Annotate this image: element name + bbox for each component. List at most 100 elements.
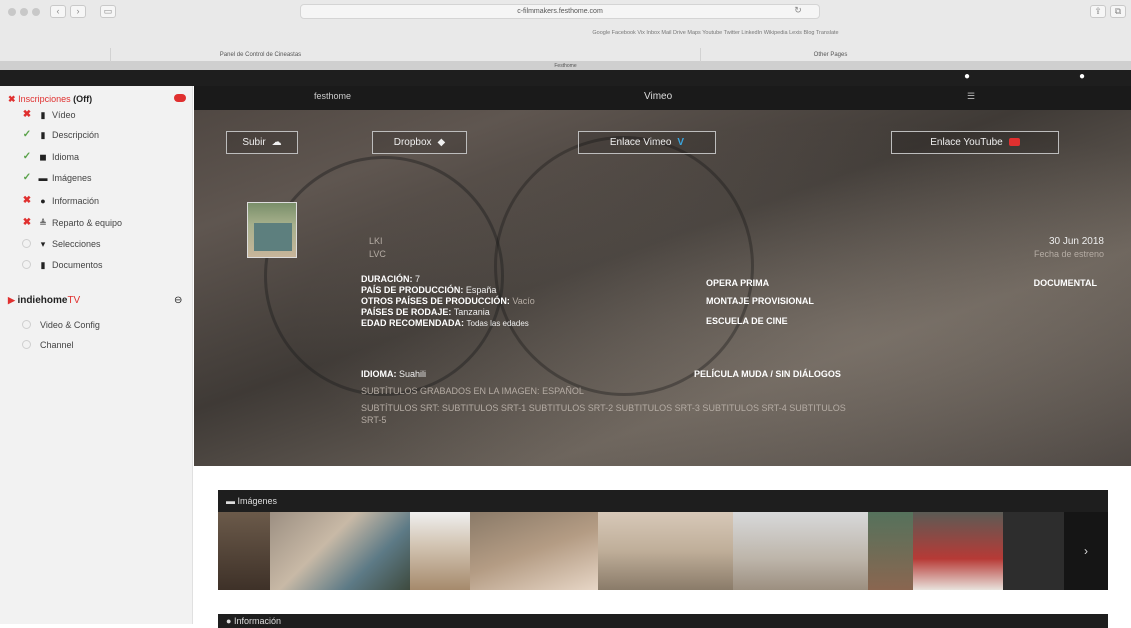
sidebar-item-label: Vídeo <box>52 110 76 120</box>
language-value: Suahili <box>399 369 427 379</box>
empty-status-icon <box>22 340 31 349</box>
gallery-thumbnail[interactable] <box>868 512 913 590</box>
gallery-thumbnail[interactable] <box>1003 512 1064 590</box>
gallery-thumbnail[interactable] <box>733 512 868 590</box>
account-icon[interactable]: ● <box>1075 70 1089 84</box>
tab-panel-control[interactable]: Panel de Control de Cineastas <box>110 48 410 62</box>
dropbox-button[interactable]: Dropbox ◆ <box>372 131 467 154</box>
info-section-title: Información <box>233 616 281 626</box>
sidebar-item-label: Imágenes <box>52 173 92 183</box>
sidebar-item-label: Channel <box>40 340 74 350</box>
gallery-thumbnail[interactable] <box>598 512 733 590</box>
gallery-next-button[interactable]: › <box>1064 512 1108 590</box>
back-icon[interactable]: ‹ <box>50 5 66 18</box>
gallery-thumbnail[interactable] <box>218 512 270 590</box>
close-window-icon[interactable] <box>8 8 16 16</box>
language-icon: ◼ <box>39 152 47 162</box>
maximize-window-icon[interactable] <box>32 8 40 16</box>
sidebar-item-label: Información <box>52 196 100 206</box>
country-value: España <box>465 285 497 295</box>
film-title-line1: LKI <box>369 236 383 246</box>
gallery-thumbnail[interactable] <box>270 512 410 590</box>
sidebar-item-label: Reparto & equipo <box>52 218 123 228</box>
file-icon: ▮ <box>40 130 46 140</box>
other-countries-row: OTROS PAÍSES DE PRODUCCIÓN: Vacío <box>361 296 535 306</box>
error-icon: ✖ <box>22 217 32 228</box>
sidebar-section-inscripciones[interactable]: ✖ Inscripciones (Off) <box>8 92 92 106</box>
sidebar-item-label: Selecciones <box>52 239 101 249</box>
youtube-icon <box>1008 138 1020 147</box>
dropbox-icon: ◆ <box>437 137 446 148</box>
burned-subtitles-key: SUBTÍTULOS GRABADOS EN LA IMAGEN: <box>361 386 540 396</box>
hero-nav-title: Vimeo <box>644 91 673 102</box>
info-icon: ● <box>226 616 232 626</box>
festhome-logo[interactable]: festhome <box>314 91 351 101</box>
page-tab-strip: Festhome <box>0 62 1131 70</box>
user-icon[interactable]: ● <box>960 70 974 84</box>
check-icon: ✓ <box>22 172 32 183</box>
image-icon: ▬ <box>226 496 235 506</box>
escuela-label: ESCUELA DE CINE <box>706 316 788 326</box>
gallery-thumbnail[interactable] <box>410 512 470 590</box>
section-status: (Off) <box>73 94 93 104</box>
srt-subtitles-row-2: SRT-5 <box>361 415 387 425</box>
reload-icon[interactable]: ↻ <box>790 5 806 18</box>
toggle-icon[interactable]: ⊖ <box>174 295 182 306</box>
close-icon: ✖ <box>8 94 16 104</box>
sidebar-item-label: Video & Config <box>40 320 100 330</box>
bicycle-wheel-image <box>494 136 754 396</box>
url-bar[interactable]: c-filmmakers.festhome.com <box>300 4 820 19</box>
sidebar-section-indiehome[interactable]: ▶ indiehomeTV <box>8 293 80 307</box>
srt-subtitles-row: SUBTÍTULOS SRT: SUBTITULOS SRT-1 SUBTITU… <box>361 403 846 413</box>
tabs-icon[interactable]: ⧉ <box>1110 5 1126 18</box>
play-icon: ▶ <box>8 295 15 305</box>
burned-subtitles-row: SUBTÍTULOS GRABADOS EN LA IMAGEN: ESPAÑO… <box>361 386 584 396</box>
images-section-header: ▬ Imágenes <box>218 490 1108 512</box>
share-icon[interactable]: ⇪ <box>1090 5 1106 18</box>
other-countries-value: Vacío <box>512 296 535 306</box>
montaje-label: MONTAJE PROVISIONAL <box>706 296 814 306</box>
age-row: EDAD RECOMENDADA: Todas las edades <box>361 318 529 328</box>
gallery-thumbnail[interactable] <box>470 512 598 590</box>
gallery-thumbnail[interactable] <box>913 512 1003 590</box>
forward-icon[interactable]: › <box>70 5 86 18</box>
page-tab-label[interactable]: Festhome <box>0 62 1131 70</box>
check-icon: ✓ <box>22 129 32 140</box>
youtube-link-button[interactable]: Enlace YouTube <box>891 131 1059 154</box>
srt-subtitles-key: SUBTÍTULOS SRT: <box>361 403 440 413</box>
sidebar-item-label: Documentos <box>52 260 103 270</box>
shooting-countries-key: PAÍSES DE RODAJE: <box>361 307 452 317</box>
duration-key: DURACIÓN: <box>361 274 413 284</box>
empty-status-icon <box>22 320 31 329</box>
youtube-button-label: Enlace YouTube <box>930 137 1003 148</box>
sidebar-toggle-icon[interactable]: ▭ <box>100 5 116 18</box>
upload-button[interactable]: Subir ☁ <box>226 131 298 154</box>
vimeo-icon: V <box>677 137 685 148</box>
release-date-label: Fecha de estreno <box>1033 249 1104 259</box>
country-key: PAÍS DE PRODUCCIÓN: <box>361 285 464 295</box>
toggle-icon[interactable] <box>174 94 186 102</box>
sidebar-item-label: Idioma <box>52 152 80 162</box>
bookmarks-bar[interactable]: Google Facebook Vix Inbox Mail Drive Map… <box>0 26 1131 40</box>
sidebar: ✖ Inscripciones (Off) ✖ ▮ Vídeo ✓ ▮ Desc… <box>0 86 193 624</box>
release-date: 30 Jun 2018 <box>1048 236 1104 247</box>
image-gallery: › <box>218 512 1108 590</box>
hero-navbar: festhome Vimeo ☰ <box>194 86 1131 110</box>
age-key: EDAD RECOMENDADA: <box>361 318 464 328</box>
sidebar-item-label: Descripción <box>52 130 100 140</box>
vimeo-link-button[interactable]: Enlace Vimeo V <box>578 131 716 154</box>
empty-status-icon <box>22 239 31 248</box>
srt-subtitles-value: SUBTITULOS SRT-1 SUBTITULOS SRT-2 SUBTIT… <box>441 403 846 413</box>
film-title-line2: LVC <box>369 249 386 259</box>
tab-other[interactable]: Other Pages <box>700 48 960 62</box>
opera-prima-label: OPERA PRIMA <box>706 278 770 288</box>
dropbox-button-label: Dropbox <box>393 137 432 148</box>
empty-status-icon <box>22 260 31 269</box>
section-label: indiehome <box>17 295 68 306</box>
duration-value: 7 <box>415 274 421 284</box>
upload-button-label: Subir <box>242 137 266 148</box>
minimize-window-icon[interactable] <box>20 8 28 16</box>
shooting-countries-row: PAÍSES DE RODAJE: Tanzania <box>361 307 490 317</box>
age-value: Todas las edades <box>466 319 529 328</box>
menu-icon[interactable]: ☰ <box>967 91 975 102</box>
